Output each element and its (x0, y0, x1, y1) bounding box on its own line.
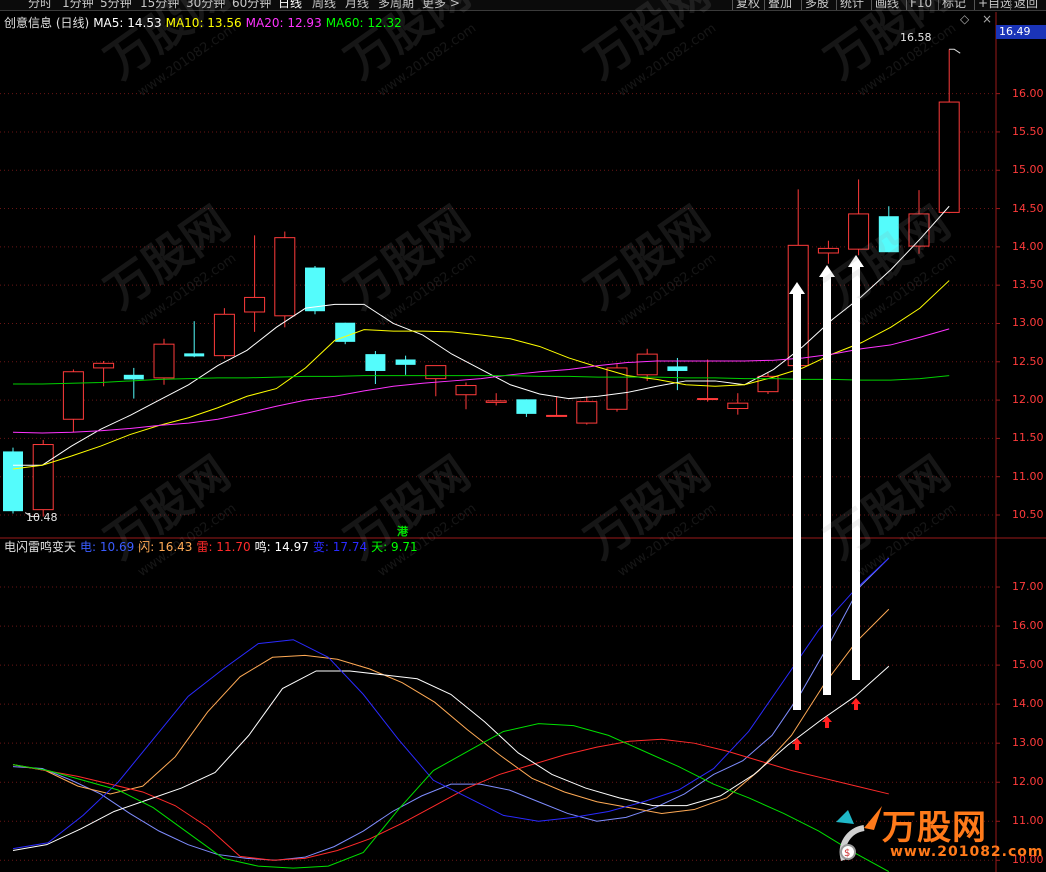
candle-body (395, 359, 416, 365)
ma-legend-items: MA5: 14.53 MA10: 13.56 MA20: 12.93 MA60: 12… (93, 16, 406, 30)
price-axis-label: 11.50 (1012, 431, 1044, 445)
candle-body (516, 399, 537, 414)
high-price-tag: 16.58 (900, 31, 932, 44)
indicator-legend-4: 变: 17.74 (312, 540, 368, 554)
watermark-layer: 万股网www.201082.com 万股网www.201082.com 万股网www… (95, 0, 959, 580)
price-axis-label: 14.00 (1012, 239, 1044, 253)
candle-body (485, 400, 507, 403)
indicator-axis-label: 13.00 (1012, 736, 1044, 750)
logo-url: www.201082.com (890, 844, 1044, 860)
indicator-line-电 (12, 557, 890, 861)
watermark: 万股网www.201082.com (815, 446, 959, 580)
candle-body (3, 451, 23, 512)
logo-mark-icon: $ (836, 806, 882, 861)
high-marker (949, 48, 961, 54)
ma-legend-3: MA60: 12.32 (325, 16, 402, 30)
candle-body (576, 401, 598, 424)
candle-body (817, 247, 839, 254)
candle-body (244, 296, 266, 313)
ma-legend-0: MA5: 14.53 (93, 16, 162, 30)
candle-body (667, 366, 688, 371)
candle-body (455, 385, 477, 396)
indicator-line-闪 (12, 608, 890, 814)
price-axis-label: 14.50 (1012, 201, 1044, 215)
brand-logo: $ 万股网 www.201082.com (832, 800, 1046, 872)
candle-body (62, 371, 84, 420)
indicator-line-变 (12, 557, 890, 850)
watermark: 万股网www.201082.com (335, 196, 479, 330)
watermark: 万股网www.201082.com (95, 196, 239, 330)
indicator-line-鸣 (12, 665, 890, 852)
indicator-axis-label: 17.00 (1012, 580, 1044, 594)
candle-body (365, 354, 386, 371)
indicator-legend-items: 电: 10.69 闪: 16.43 雷: 11.70 鸣: 14.97 变: 17.74… (80, 540, 422, 554)
candle-body (153, 343, 175, 379)
candle-body (32, 444, 54, 511)
candle-body (697, 398, 719, 401)
candle-body (213, 313, 235, 357)
indicator-lines (12, 557, 890, 872)
candle-body (546, 414, 568, 417)
indicator-title: 电闪雷鸣变天 (4, 540, 77, 554)
kline-chart[interactable]: 万股网www.201082.com 万股网www.201082.com 万股网www… (0, 0, 1046, 872)
indicator-axis-label: 15.00 (1012, 658, 1044, 672)
watermark: 万股网www.201082.com (575, 446, 719, 580)
indicator-legend-2: 雷: 11.70 (196, 540, 251, 554)
indicator-legend-3: 鸣: 14.97 (254, 540, 309, 554)
price-axis-label: 15.50 (1012, 124, 1044, 138)
hk-connect-tag: 港 (397, 525, 408, 538)
price-axis-label: 16.00 (1012, 86, 1044, 100)
indicator-axis-label: 16.00 (1012, 619, 1044, 633)
ma-legend-2: MA20: 12.93 (245, 16, 322, 30)
diamond-icon[interactable]: ◇ (960, 12, 969, 26)
ma-legend-1: MA10: 13.56 (165, 16, 242, 30)
price-axis-label: 13.50 (1012, 278, 1044, 292)
indicator-line-天 (12, 723, 890, 872)
low-price-tag: 10.48 (26, 511, 58, 524)
candle-body (425, 365, 447, 380)
watermark: 万股网www.201082.com (335, 446, 479, 580)
indicator-legend-0: 电: 10.69 (80, 540, 135, 554)
ma-line-ma20 (12, 328, 950, 434)
chart-grid (0, 12, 1046, 872)
candle-body (305, 267, 325, 312)
indicator-axis-label: 14.00 (1012, 697, 1044, 711)
watermark: 万股网www.201082.com (575, 0, 719, 100)
price-axis-label: 11.00 (1012, 469, 1044, 483)
indicator-legend: 电闪雷鸣变天 电: 10.69 闪: 16.43 雷: 11.70 鸣: 14.97 变:… (4, 539, 426, 555)
candle-body (93, 362, 115, 369)
price-axis-label: 15.00 (1012, 163, 1044, 177)
candle-body (123, 374, 144, 380)
watermark: 万股网www.201082.com (575, 196, 719, 330)
indicator-legend-5: 天: 9.71 (371, 540, 418, 554)
stock-title: 创意信息 (日线) (4, 16, 90, 30)
indicator-legend-1: 闪: 16.43 (138, 540, 193, 554)
price-axis-label: 12.00 (1012, 393, 1044, 407)
candle-body (938, 101, 960, 213)
logo-text: 万股网 (882, 808, 987, 848)
candle-body (636, 353, 658, 376)
price-axis-label: 10.50 (1012, 508, 1044, 521)
indicator-line-雷 (12, 738, 889, 861)
watermark: 万股网www.201082.com (815, 0, 959, 100)
red-signal-arrow (851, 698, 861, 710)
candle-body (184, 353, 205, 357)
watermark: 万股网www.201082.com (95, 446, 239, 580)
red-signal-arrow (792, 738, 802, 750)
svg-text:$: $ (844, 848, 850, 859)
ma-line-ma60 (13, 375, 950, 385)
close-icon[interactable]: × (982, 12, 992, 26)
candle-body (727, 402, 749, 410)
indicator-axis-label: 12.00 (1012, 775, 1044, 789)
price-axis-label: 13.00 (1012, 316, 1044, 330)
current-price-tag: 16.49 (996, 25, 1046, 39)
price-axis-label: 12.50 (1012, 354, 1044, 368)
candle-body (274, 237, 296, 317)
main-legend: 创意信息 (日线) MA5: 14.53 MA10: 13.56 MA20: 12.9… (4, 15, 410, 31)
